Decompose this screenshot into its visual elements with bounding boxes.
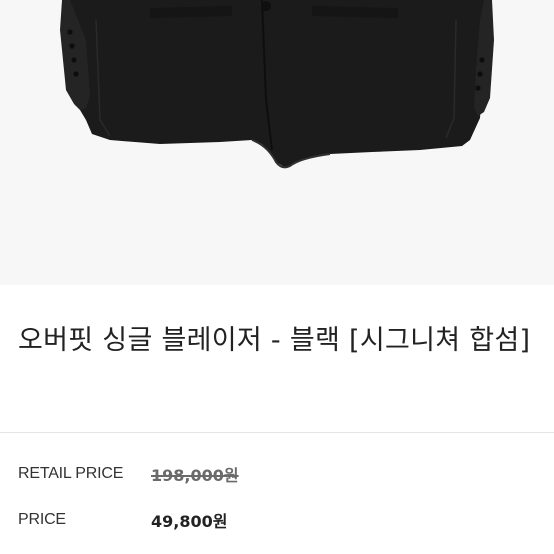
divider (0, 432, 554, 433)
retail-price-value: 198,000원 (151, 466, 239, 485)
product-image[interactable] (0, 0, 554, 285)
retail-price-row: RETAIL PRICE 198,000원 (18, 462, 538, 486)
product-detail-page: 오버핏 싱글 블레이저 - 블랙 [시그니쳐 합섬] RETAIL PRICE … (0, 0, 554, 554)
price-label: PRICE (18, 511, 66, 528)
price-row: PRICE 49,800원 (18, 508, 538, 532)
product-title: 오버핏 싱글 블레이저 - 블랙 [시그니쳐 합섬] (18, 325, 531, 356)
blazer-illustration (0, 0, 554, 285)
price-value: 49,800원 (151, 512, 228, 531)
retail-price-label: RETAIL PRICE (18, 465, 124, 482)
